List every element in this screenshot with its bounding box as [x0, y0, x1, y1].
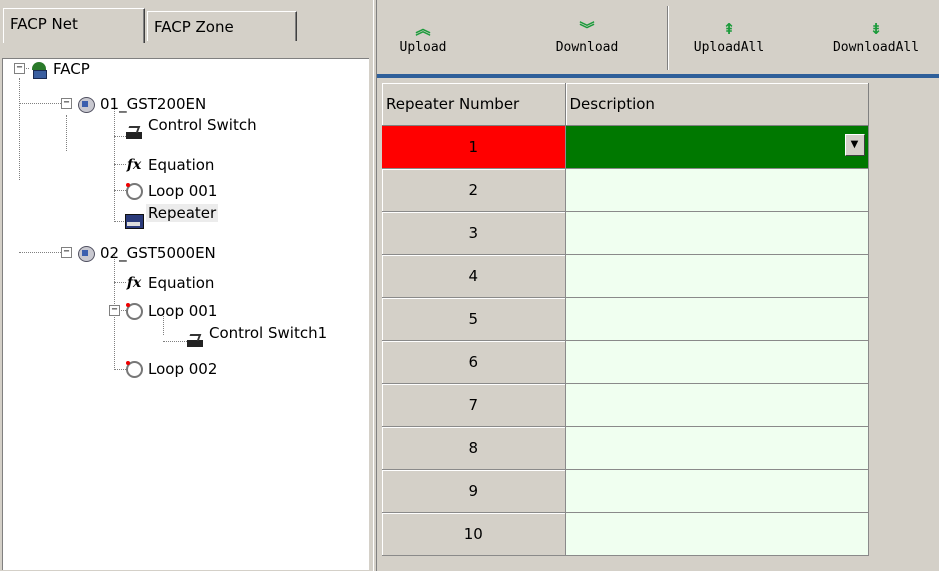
- facp-tree[interactable]: − − − − FACP 01_GST200EN Control Switch …: [2, 58, 369, 570]
- toolbar-separator: [667, 6, 669, 70]
- dropdown-arrow-icon[interactable]: ▼: [844, 134, 865, 156]
- repeater-number-cell[interactable]: 6: [382, 340, 566, 384]
- tree-line: [19, 103, 67, 104]
- tree-line: [66, 115, 67, 151]
- repeater-number-cell[interactable]: 5: [382, 297, 566, 341]
- repeater-number-cell[interactable]: 9: [382, 469, 566, 513]
- description-cell[interactable]: ▼: [565, 125, 869, 169]
- upload-all-button[interactable]: ⇞ UploadAll: [677, 18, 781, 68]
- tree-line: [19, 252, 67, 253]
- tree-node-repeater[interactable]: Repeater: [124, 203, 219, 230]
- tree-node-label: 01_GST200EN: [100, 94, 207, 113]
- left-panel: FACP Net FACP Zone − − − − FACP 01_GST20…: [0, 0, 373, 571]
- column-header-repeater-number[interactable]: Repeater Number: [382, 83, 566, 126]
- column-header-description[interactable]: Description: [565, 83, 869, 126]
- description-cell[interactable]: [565, 383, 869, 427]
- tree-node-label: Equation: [148, 155, 215, 174]
- repeater-number-cell[interactable]: 1: [382, 125, 566, 169]
- table-row[interactable]: 2: [382, 168, 869, 212]
- tree-node-loop-001-2[interactable]: Loop 001: [124, 301, 219, 320]
- repeater-number-cell[interactable]: 3: [382, 211, 566, 255]
- repeater-number-cell[interactable]: 10: [382, 512, 566, 556]
- description-cell[interactable]: [565, 469, 869, 513]
- table-row[interactable]: 6: [382, 340, 869, 384]
- repeater-number-cell[interactable]: 7: [382, 383, 566, 427]
- upload-label: Upload: [399, 40, 447, 55]
- download-button[interactable]: ︾ Download: [537, 18, 637, 68]
- upload-all-icon: ⇞: [722, 20, 736, 38]
- tab-facp-net[interactable]: FACP Net: [3, 8, 145, 43]
- tree-node-label: FACP: [53, 59, 90, 78]
- tree-node-label: 02_GST5000EN: [100, 243, 216, 262]
- panel-icon: [76, 244, 96, 262]
- tree-node-panel-2[interactable]: 02_GST5000EN: [76, 243, 218, 262]
- table-row[interactable]: 9: [382, 469, 869, 513]
- table-row[interactable]: 4: [382, 254, 869, 298]
- description-cell[interactable]: [565, 426, 869, 470]
- double-chevron-up-icon: ︽: [415, 20, 431, 38]
- tree-node-label: Loop 001: [148, 181, 218, 200]
- toolbar-divider: [377, 74, 939, 78]
- upload-all-label: UploadAll: [693, 40, 765, 55]
- loop-icon: [124, 302, 144, 320]
- control-switch-icon: [124, 124, 144, 142]
- repeater-table: Repeater Number Description 1 ▼ 2 3 4 5 …: [382, 83, 869, 556]
- expand-toggle[interactable]: −: [61, 98, 72, 109]
- double-chevron-down-icon: ︾: [579, 20, 595, 38]
- expand-toggle[interactable]: −: [14, 63, 25, 74]
- repeater-number-cell[interactable]: 2: [382, 168, 566, 212]
- control-switch-icon: [185, 332, 205, 350]
- table-row[interactable]: 1 ▼: [382, 125, 869, 169]
- tree-node-label: Loop 001: [148, 301, 218, 320]
- tab-facp-zone[interactable]: FACP Zone: [147, 11, 297, 41]
- upload-button[interactable]: ︽ Upload: [383, 18, 463, 68]
- repeater-number-cell[interactable]: 8: [382, 426, 566, 470]
- table-row[interactable]: 7: [382, 383, 869, 427]
- table-row[interactable]: 8: [382, 426, 869, 470]
- download-all-button[interactable]: ⇟ DownloadAll: [813, 18, 939, 68]
- expand-toggle[interactable]: −: [109, 305, 120, 316]
- tree-node-label: Equation: [148, 273, 215, 292]
- tree-node-label: Repeater: [146, 203, 219, 222]
- description-cell[interactable]: [565, 512, 869, 556]
- tree-line: [163, 341, 187, 342]
- toolbar: ︽ Upload ︾ Download ⇞ UploadAll ⇟ Downlo…: [377, 0, 939, 74]
- download-label: Download: [555, 40, 619, 55]
- tree-node-label: Loop 002: [148, 359, 218, 378]
- tree-node-control-switch[interactable]: Control Switch: [124, 116, 259, 142]
- table-row[interactable]: 10: [382, 512, 869, 556]
- expand-toggle[interactable]: −: [61, 247, 72, 258]
- description-cell[interactable]: [565, 168, 869, 212]
- tree-node-panel-1[interactable]: 01_GST200EN: [76, 94, 208, 113]
- tree-node-label: Control Switch1: [209, 323, 328, 342]
- equation-icon: fx: [126, 274, 142, 291]
- repeater-grid: Repeater Number Description 1 ▼ 2 3 4 5 …: [377, 83, 939, 571]
- description-cell[interactable]: [565, 211, 869, 255]
- tree-node-label: Control Switch: [148, 115, 257, 134]
- tree-node-loop-001[interactable]: Loop 001: [124, 181, 219, 200]
- download-all-label: DownloadAll: [832, 40, 920, 55]
- tree-node-control-switch1[interactable]: Control Switch1: [185, 324, 329, 350]
- table-row[interactable]: 5: [382, 297, 869, 341]
- facp-network-icon: [29, 60, 49, 79]
- description-cell[interactable]: [565, 340, 869, 384]
- tree-node-loop-002[interactable]: Loop 002: [124, 359, 219, 378]
- description-cell[interactable]: [565, 254, 869, 298]
- panel-icon: [76, 95, 96, 113]
- repeater-icon: [124, 212, 144, 230]
- download-all-icon: ⇟: [869, 20, 883, 38]
- repeater-number-cell[interactable]: 4: [382, 254, 566, 298]
- table-row[interactable]: 3: [382, 211, 869, 255]
- description-cell[interactable]: [565, 297, 869, 341]
- equation-icon: fx: [126, 156, 142, 173]
- loop-icon: [124, 360, 144, 378]
- right-panel: ︽ Upload ︾ Download ⇞ UploadAll ⇟ Downlo…: [377, 0, 939, 571]
- tree-node-facp[interactable]: FACP: [29, 59, 92, 79]
- tree-node-equation-2[interactable]: fx Equation: [124, 273, 216, 292]
- loop-icon: [124, 182, 144, 200]
- tree-line: [19, 78, 20, 180]
- tree-node-equation[interactable]: fx Equation: [124, 155, 216, 174]
